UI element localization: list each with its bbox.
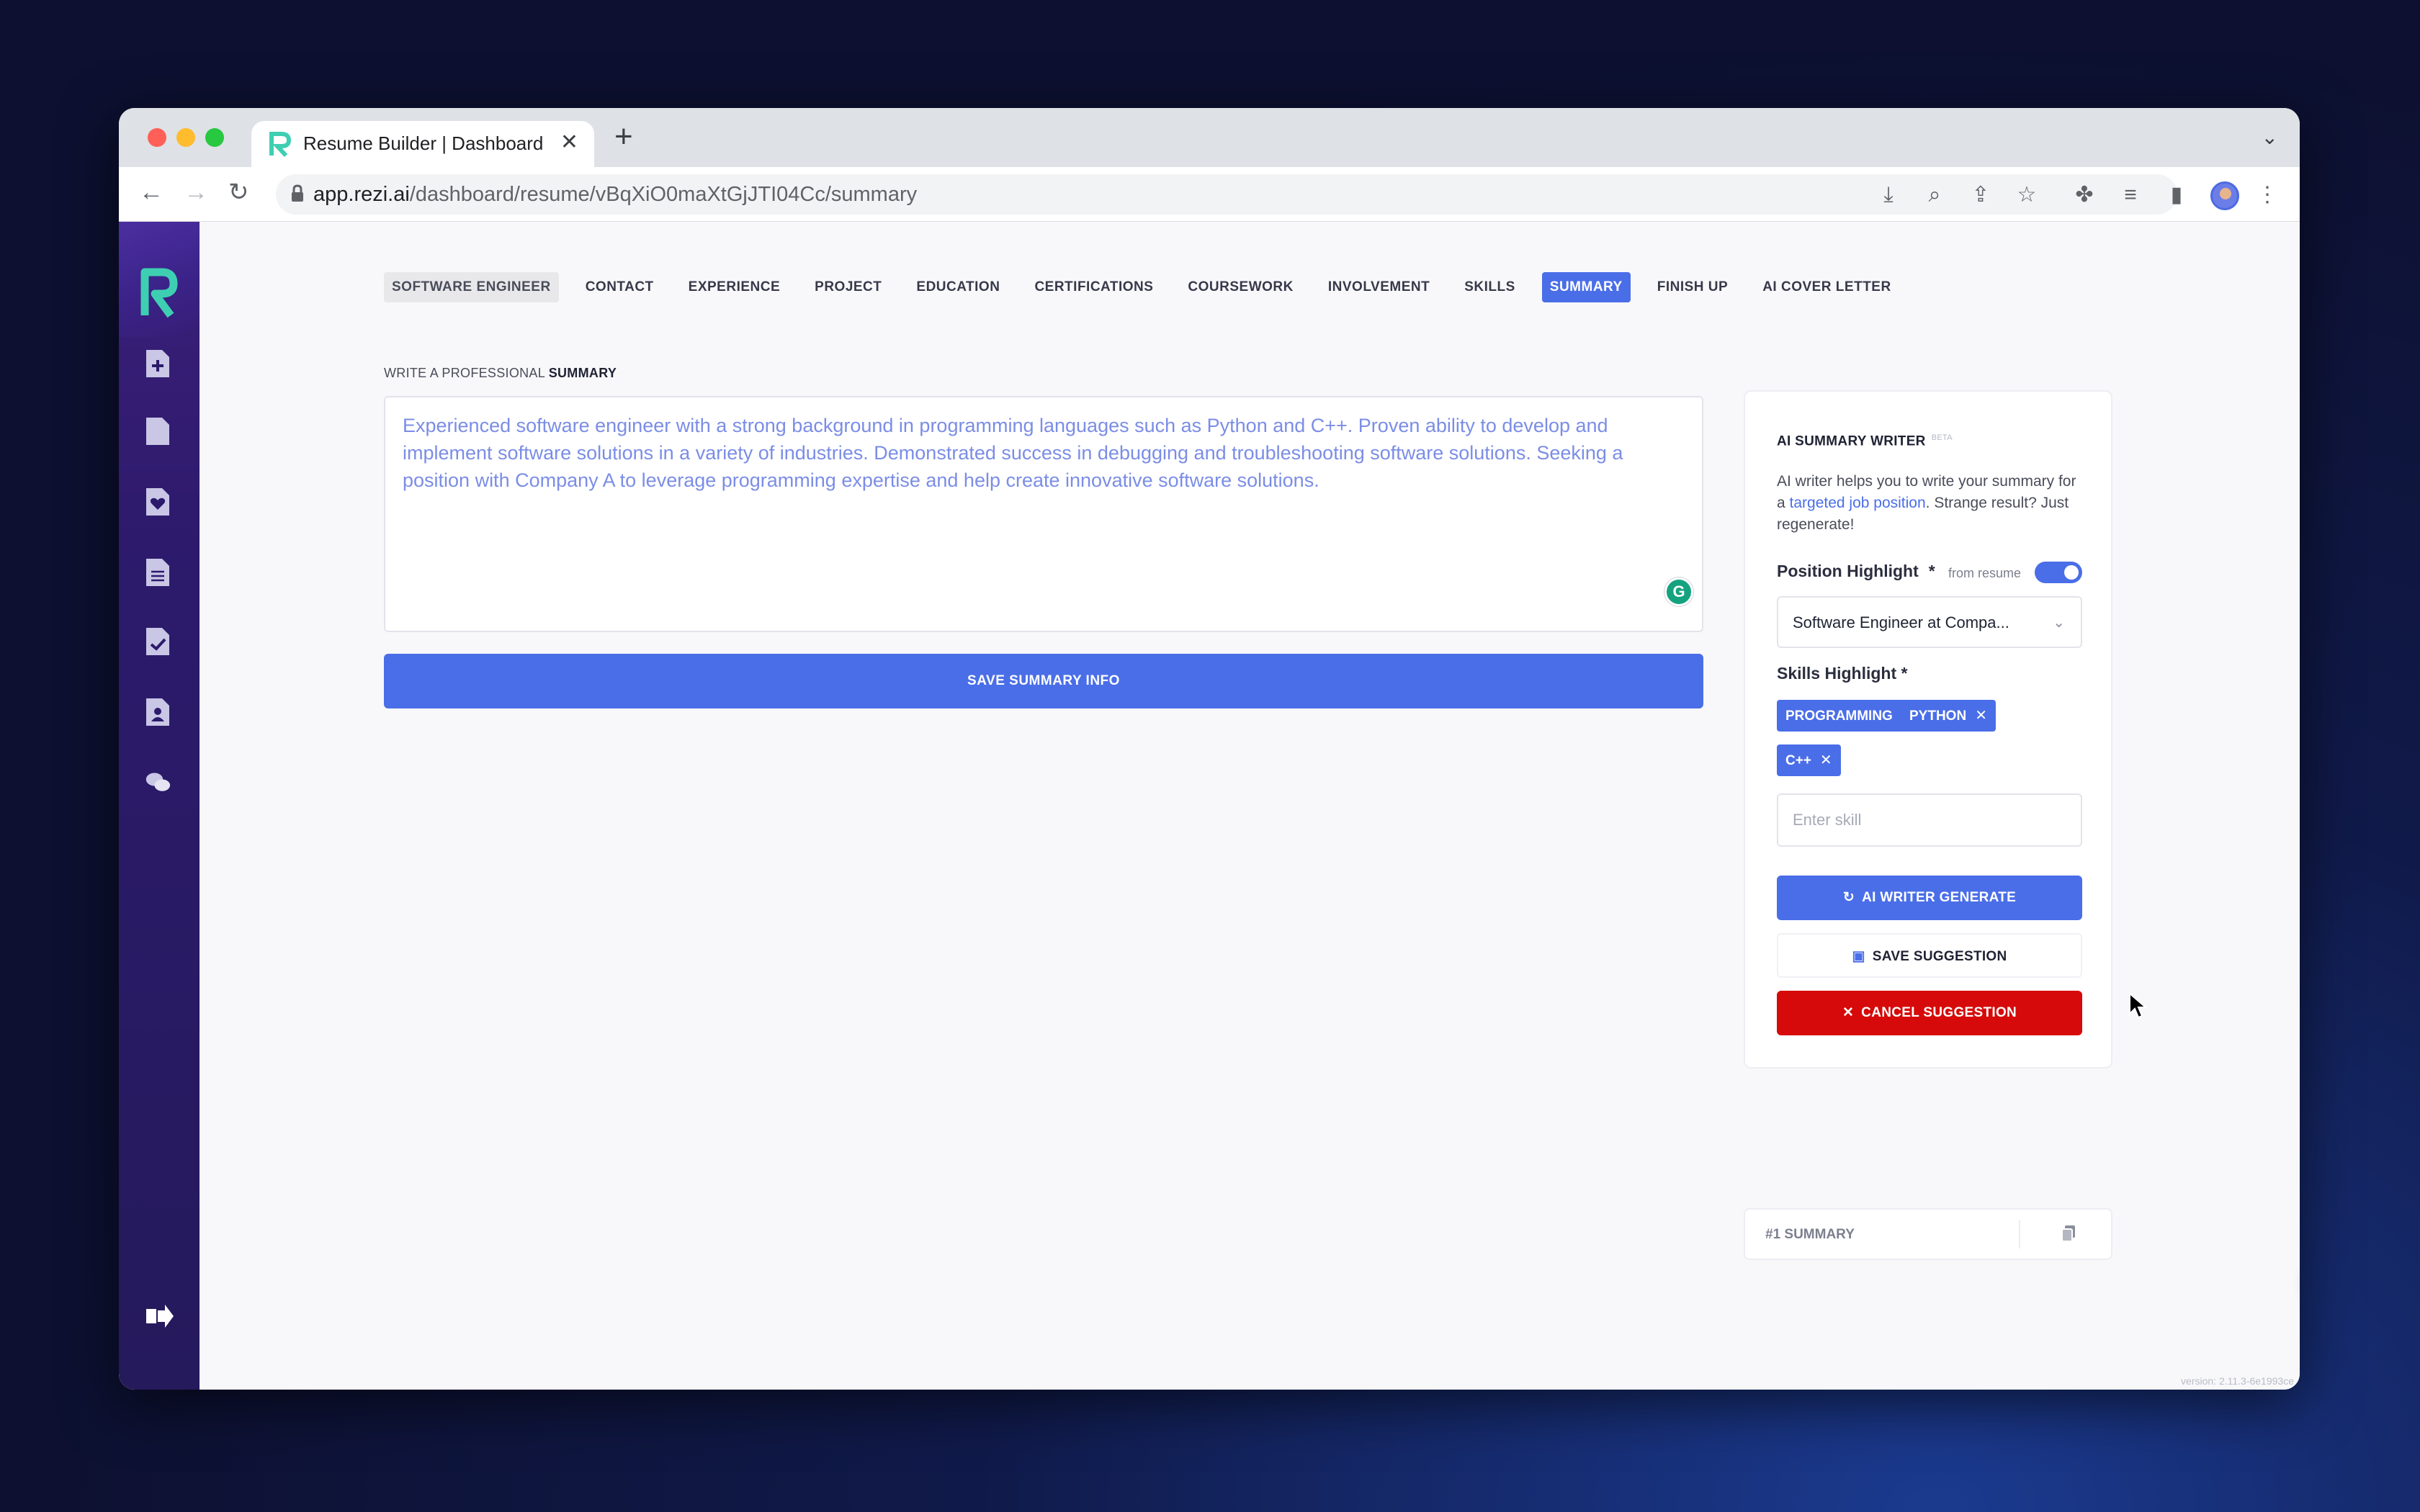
step-software-engineer[interactable]: SOFTWARE ENGINEER <box>384 272 559 302</box>
ai-writer-description: AI writer helps you to write your summar… <box>1777 471 2087 536</box>
cancel-suggestion-button[interactable]: ✕ CANCEL SUGGESTION <box>1777 991 2082 1035</box>
step-involvement[interactable]: INVOLVEMENT <box>1320 272 1438 302</box>
position-select[interactable]: Software Engineer at Compa... ⌄ <box>1777 596 2082 648</box>
sidebar <box>119 222 200 1390</box>
step-ai-cover-letter[interactable]: AI COVER LETTER <box>1754 272 1899 302</box>
url-text: app.rezi.ai/dashboard/resume/vBqXiO0maXt… <box>313 183 917 207</box>
save-summary-button[interactable]: SAVE SUMMARY INFO <box>384 654 1703 708</box>
copy-icon[interactable] <box>2061 1224 2076 1243</box>
step-coursework[interactable]: COURSEWORK <box>1180 272 1301 302</box>
summary-textarea[interactable]: Experienced software engineer with a str… <box>384 396 1703 632</box>
step-experience[interactable]: EXPERIENCE <box>681 272 788 302</box>
media-queue-icon[interactable]: ≡ <box>2118 183 2143 207</box>
close-window-button[interactable] <box>148 128 166 147</box>
lines-document-icon[interactable] <box>145 557 171 588</box>
extensions-icon[interactable]: ✤ <box>2072 183 2097 207</box>
minimize-window-button[interactable] <box>176 128 195 147</box>
chat-bubbles-icon[interactable] <box>145 768 171 798</box>
skill-chip-label: C++ <box>1785 753 1811 768</box>
side-panel-icon[interactable]: ▮ <box>2164 183 2189 207</box>
remove-skill-icon[interactable]: ✕ <box>1975 708 1987 724</box>
bookmark-star-icon[interactable]: ☆ <box>2015 183 2039 207</box>
floppy-disk-icon: ▣ <box>1852 949 1865 964</box>
rezi-logo-icon[interactable] <box>139 266 179 318</box>
logout-icon[interactable] <box>143 1302 175 1331</box>
targeted-job-position-link[interactable]: targeted job position <box>1790 495 1926 511</box>
required-mark: * <box>1928 562 1935 580</box>
remove-skill-icon[interactable]: ✕ <box>1820 752 1832 768</box>
ai-summary-writer-card: AI SUMMARY WRITER BETA AI writer helps yo… <box>1744 390 2112 1068</box>
beta-badge: BETA <box>1931 433 1953 442</box>
ai-writer-generate-button[interactable]: ↻ AI WRITER GENERATE <box>1777 876 2082 920</box>
section-title-name: SUMMARY <box>548 366 617 380</box>
app-area: SOFTWARE ENGINEER CONTACT EXPERIENCE PRO… <box>119 222 2300 1390</box>
share-icon[interactable]: ⇪ <box>1968 183 1993 207</box>
summary-item-label: #1 SUMMARY <box>1765 1227 1855 1242</box>
close-tab-icon[interactable]: ✕ <box>560 130 578 155</box>
skill-input[interactable] <box>1777 793 2082 847</box>
resume-steps-nav: SOFTWARE ENGINEER CONTACT EXPERIENCE PRO… <box>384 272 1918 302</box>
position-select-value: Software Engineer at Compa... <box>1793 613 2009 631</box>
step-education[interactable]: EDUCATION <box>908 272 1008 302</box>
step-certifications[interactable]: CERTIFICATIONS <box>1026 272 1161 302</box>
profile-avatar[interactable] <box>2210 181 2239 210</box>
step-contact[interactable]: CONTACT <box>578 272 662 302</box>
skill-chip: PYTHON ✕ <box>1901 700 1996 732</box>
maximize-window-button[interactable] <box>205 128 224 147</box>
save-suggestion-label: SAVE SUGGESTION <box>1872 949 2007 964</box>
grammarly-icon[interactable]: G <box>1664 577 1693 606</box>
from-resume-label: from resume <box>1948 566 2022 580</box>
url-domain: app.rezi.ai <box>313 183 410 206</box>
from-resume-toggle[interactable] <box>2035 562 2082 583</box>
section-title-prefix: WRITE A PROFESSIONAL <box>384 366 545 380</box>
section-title: WRITE A PROFESSIONAL SUMMARY <box>384 366 617 381</box>
lock-icon <box>292 184 303 202</box>
chevron-down-icon[interactable]: ⌄ <box>2262 125 2278 149</box>
step-skills[interactable]: SKILLS <box>1456 272 1523 302</box>
version-label: version: 2.11.3-6e1993ce <box>2181 1375 2294 1387</box>
ai-writer-title: AI SUMMARY WRITER BETA <box>1777 433 1953 449</box>
skill-chip: C++ ✕ <box>1777 744 1841 776</box>
browser-toolbar: ← → ↻ app.rezi.ai/dashboard/resume/vBqXi… <box>119 167 2300 222</box>
skills-highlight-label: Skills Highlight * <box>1777 664 1908 683</box>
skill-chip-label: PYTHON <box>1909 708 1967 724</box>
chevron-down-icon: ⌄ <box>2053 615 2065 631</box>
main-content: SOFTWARE ENGINEER CONTACT EXPERIENCE PRO… <box>200 222 2300 1390</box>
step-project[interactable]: PROJECT <box>807 272 889 302</box>
person-document-icon[interactable] <box>145 697 171 727</box>
save-suggestion-button[interactable]: ▣ SAVE SUGGESTION <box>1777 933 2082 978</box>
tab-strip: Resume Builder | Dashboard ✕ + ⌄ <box>119 108 2300 167</box>
install-app-icon[interactable]: ⤓ <box>1876 183 1901 207</box>
rezi-favicon-icon <box>269 132 292 157</box>
close-icon: ✕ <box>1842 1005 1855 1020</box>
position-label-text: Position Highlight <box>1777 562 1919 580</box>
document-icon[interactable] <box>145 416 171 446</box>
more-menu-icon[interactable]: ⋮ <box>2255 183 2280 207</box>
step-finish-up[interactable]: FINISH UP <box>1649 272 1736 302</box>
url-path: /dashboard/resume/vBqXiO0maXtGjJTI04Cc/s… <box>409 183 918 206</box>
reload-icon[interactable]: ↻ <box>228 180 249 204</box>
step-summary[interactable]: SUMMARY <box>1541 272 1631 302</box>
zoom-icon[interactable]: ⌕ <box>1922 183 1947 207</box>
skill-chip-label: PROGRAMMING <box>1785 708 1893 724</box>
back-icon[interactable]: ← <box>139 180 163 204</box>
heart-document-icon[interactable] <box>145 487 171 517</box>
browser-window: Resume Builder | Dashboard ✕ + ⌄ ← → ↻ a… <box>119 108 2300 1390</box>
new-tab-button[interactable]: + <box>614 121 633 153</box>
check-document-icon[interactable] <box>145 626 171 657</box>
ai-writer-title-text: AI SUMMARY WRITER <box>1777 433 1926 449</box>
mouse-cursor-icon <box>2129 992 2147 1019</box>
divider <box>2019 1220 2020 1248</box>
generate-button-label: AI WRITER GENERATE <box>1862 890 2017 905</box>
tab-title: Resume Builder | Dashboard <box>303 132 544 154</box>
cancel-suggestion-label: CANCEL SUGGESTION <box>1861 1005 2017 1020</box>
add-document-icon[interactable] <box>145 348 171 379</box>
refresh-icon: ↻ <box>1842 890 1855 905</box>
summary-list-item[interactable]: #1 SUMMARY <box>1744 1208 2112 1260</box>
forward-icon[interactable]: → <box>184 180 208 204</box>
browser-tab[interactable]: Resume Builder | Dashboard ✕ <box>251 121 594 167</box>
position-highlight-label: Position Highlight * <box>1777 562 1935 581</box>
